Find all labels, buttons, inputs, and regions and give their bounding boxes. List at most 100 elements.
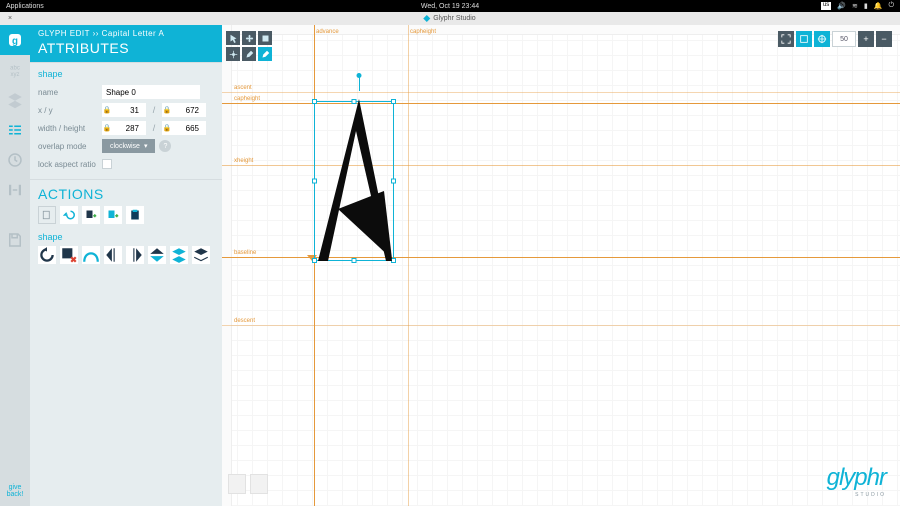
flip-v-left-button[interactable]	[104, 246, 122, 264]
ruler-vertical	[222, 25, 232, 506]
window-title: Glyphr Studio	[424, 15, 475, 22]
tool-path-edit[interactable]	[258, 47, 272, 61]
zoom-value[interactable]: 50	[832, 31, 856, 47]
breadcrumb-root[interactable]: GLYPH EDIT	[38, 29, 90, 38]
lock-w-icon[interactable]: 🔒	[102, 124, 112, 132]
x-input-wrap: 🔒	[102, 103, 146, 117]
give-back-link[interactable]: give back!	[7, 484, 24, 498]
rail-layers[interactable]	[0, 85, 30, 115]
tool-new-rect[interactable]	[258, 31, 272, 45]
view-center-button[interactable]	[814, 31, 830, 47]
rail-glyph-edit[interactable]: g	[0, 25, 30, 55]
lock-y-icon[interactable]: 🔒	[162, 106, 172, 114]
canvas-view-group: 50 + −	[778, 31, 892, 47]
guide-ascent-label: ascent	[234, 85, 252, 91]
logo-sub: STUDIO	[827, 492, 886, 498]
width-input[interactable]	[112, 121, 142, 135]
layers-tool-button[interactable]	[170, 246, 188, 264]
name-label: name	[38, 88, 98, 97]
y-input[interactable]	[172, 103, 202, 117]
copy-button[interactable]	[38, 206, 56, 224]
wh-slash: /	[150, 123, 158, 133]
rail-history[interactable]	[0, 145, 30, 175]
notifications-icon[interactable]: 🔔	[874, 2, 883, 10]
guide-advance-label: advance	[316, 29, 339, 35]
overlap-mode-button[interactable]: clockwise▾	[102, 139, 155, 153]
guide-descent-label: descent	[234, 318, 255, 324]
guide-advance-label2: capheight	[410, 29, 436, 35]
rail-kerning[interactable]	[0, 175, 30, 205]
app-diamond-icon	[423, 15, 430, 22]
lock-h-icon[interactable]: 🔒	[162, 124, 172, 132]
lock-x-icon[interactable]: 🔒	[102, 106, 112, 114]
lock-aspect-label: lock aspect ratio	[38, 160, 98, 169]
x-input[interactable]	[112, 103, 142, 117]
view-zoomfit-button[interactable]	[796, 31, 812, 47]
actions-row-1	[38, 206, 214, 224]
overlap-help-icon[interactable]: ?	[159, 140, 171, 152]
flip-h-button[interactable]	[148, 246, 166, 264]
glyph-thumbnails	[228, 474, 268, 494]
zoom-out-button[interactable]: −	[876, 31, 892, 47]
lock-aspect-checkbox[interactable]	[102, 159, 112, 169]
svg-text:xyz: xyz	[11, 72, 20, 78]
breadcrumb-sep: ››	[93, 29, 99, 38]
chevron-down-icon: ▾	[144, 142, 148, 150]
window-close-button[interactable]: ×	[0, 15, 12, 22]
guide-baseline-label: baseline	[234, 250, 256, 256]
breadcrumb-current[interactable]: Capital Letter A	[102, 29, 165, 38]
rotate-ccw-button[interactable]	[38, 246, 56, 264]
delete-shape-button[interactable]	[60, 246, 78, 264]
xy-slash: /	[150, 105, 158, 115]
applications-menu[interactable]: Applications	[0, 3, 44, 10]
svg-text:g: g	[12, 36, 18, 47]
curve-button[interactable]	[82, 246, 100, 264]
battery-icon[interactable]: ▮	[864, 2, 868, 10]
actions-heading: ACTIONS	[38, 186, 214, 202]
shape-name-input[interactable]	[102, 85, 200, 99]
tool-pen[interactable]	[242, 47, 256, 61]
tool-add-point[interactable]	[226, 47, 240, 61]
zoom-in-button[interactable]: +	[858, 31, 874, 47]
guide-xheight-label: xheight	[234, 158, 253, 164]
panel-title: ATTRIBUTES	[38, 40, 214, 56]
rotate-line	[359, 76, 360, 91]
guide-advance[interactable]	[408, 25, 409, 506]
rail-character-set[interactable]: abcxyz	[0, 55, 30, 85]
glyph-canvas[interactable]: ascent capheight xheight baseline descen…	[222, 25, 900, 506]
paste-plus-button[interactable]	[82, 206, 100, 224]
attributes-panel: GLYPH EDIT ›› Capital Letter A ATTRIBUTE…	[30, 25, 222, 506]
list-icon	[6, 121, 24, 139]
rail-save[interactable]	[0, 225, 30, 255]
power-icon[interactable]: ⏻	[888, 2, 894, 10]
kerning-icon	[6, 181, 24, 199]
keyboard-indicator[interactable]: us	[821, 2, 831, 10]
xy-label: x / y	[38, 106, 98, 115]
paste-clipboard-button[interactable]	[126, 206, 144, 224]
volume-icon[interactable]: 🔊	[837, 2, 846, 10]
actions-row-2	[38, 246, 214, 264]
overlap-label: overlap mode	[38, 142, 98, 151]
svg-text:abc: abc	[10, 65, 20, 71]
wifi-icon[interactable]: ≋	[852, 2, 858, 10]
height-input[interactable]	[172, 121, 202, 135]
shape-section: shape name x / y 🔒 / 🔒 width / height 🔒 …	[30, 62, 222, 179]
add-shape-button[interactable]	[104, 206, 122, 224]
logo-text: glyphr	[827, 464, 886, 491]
tool-pan[interactable]	[242, 31, 256, 45]
thumb-next[interactable]	[250, 474, 268, 494]
layer-down-button[interactable]	[192, 246, 210, 264]
rail-guides[interactable]	[0, 115, 30, 145]
save-icon	[6, 231, 24, 249]
breadcrumb: GLYPH EDIT ›› Capital Letter A	[38, 29, 214, 38]
rotate-handle[interactable]	[357, 73, 362, 78]
glyph-shape[interactable]	[314, 91, 404, 271]
tool-pointer[interactable]	[226, 31, 240, 45]
system-bar: Applications Wed, Oct 19 23:44 us 🔊 ≋ ▮ …	[0, 0, 900, 12]
thumb-prev[interactable]	[228, 474, 246, 494]
system-tray: us 🔊 ≋ ▮ 🔔 ⏻	[821, 2, 894, 10]
view-fit-button[interactable]	[778, 31, 794, 47]
guide-descent[interactable]	[222, 325, 900, 326]
undo-button[interactable]	[60, 206, 78, 224]
flip-v-right-button[interactable]	[126, 246, 144, 264]
